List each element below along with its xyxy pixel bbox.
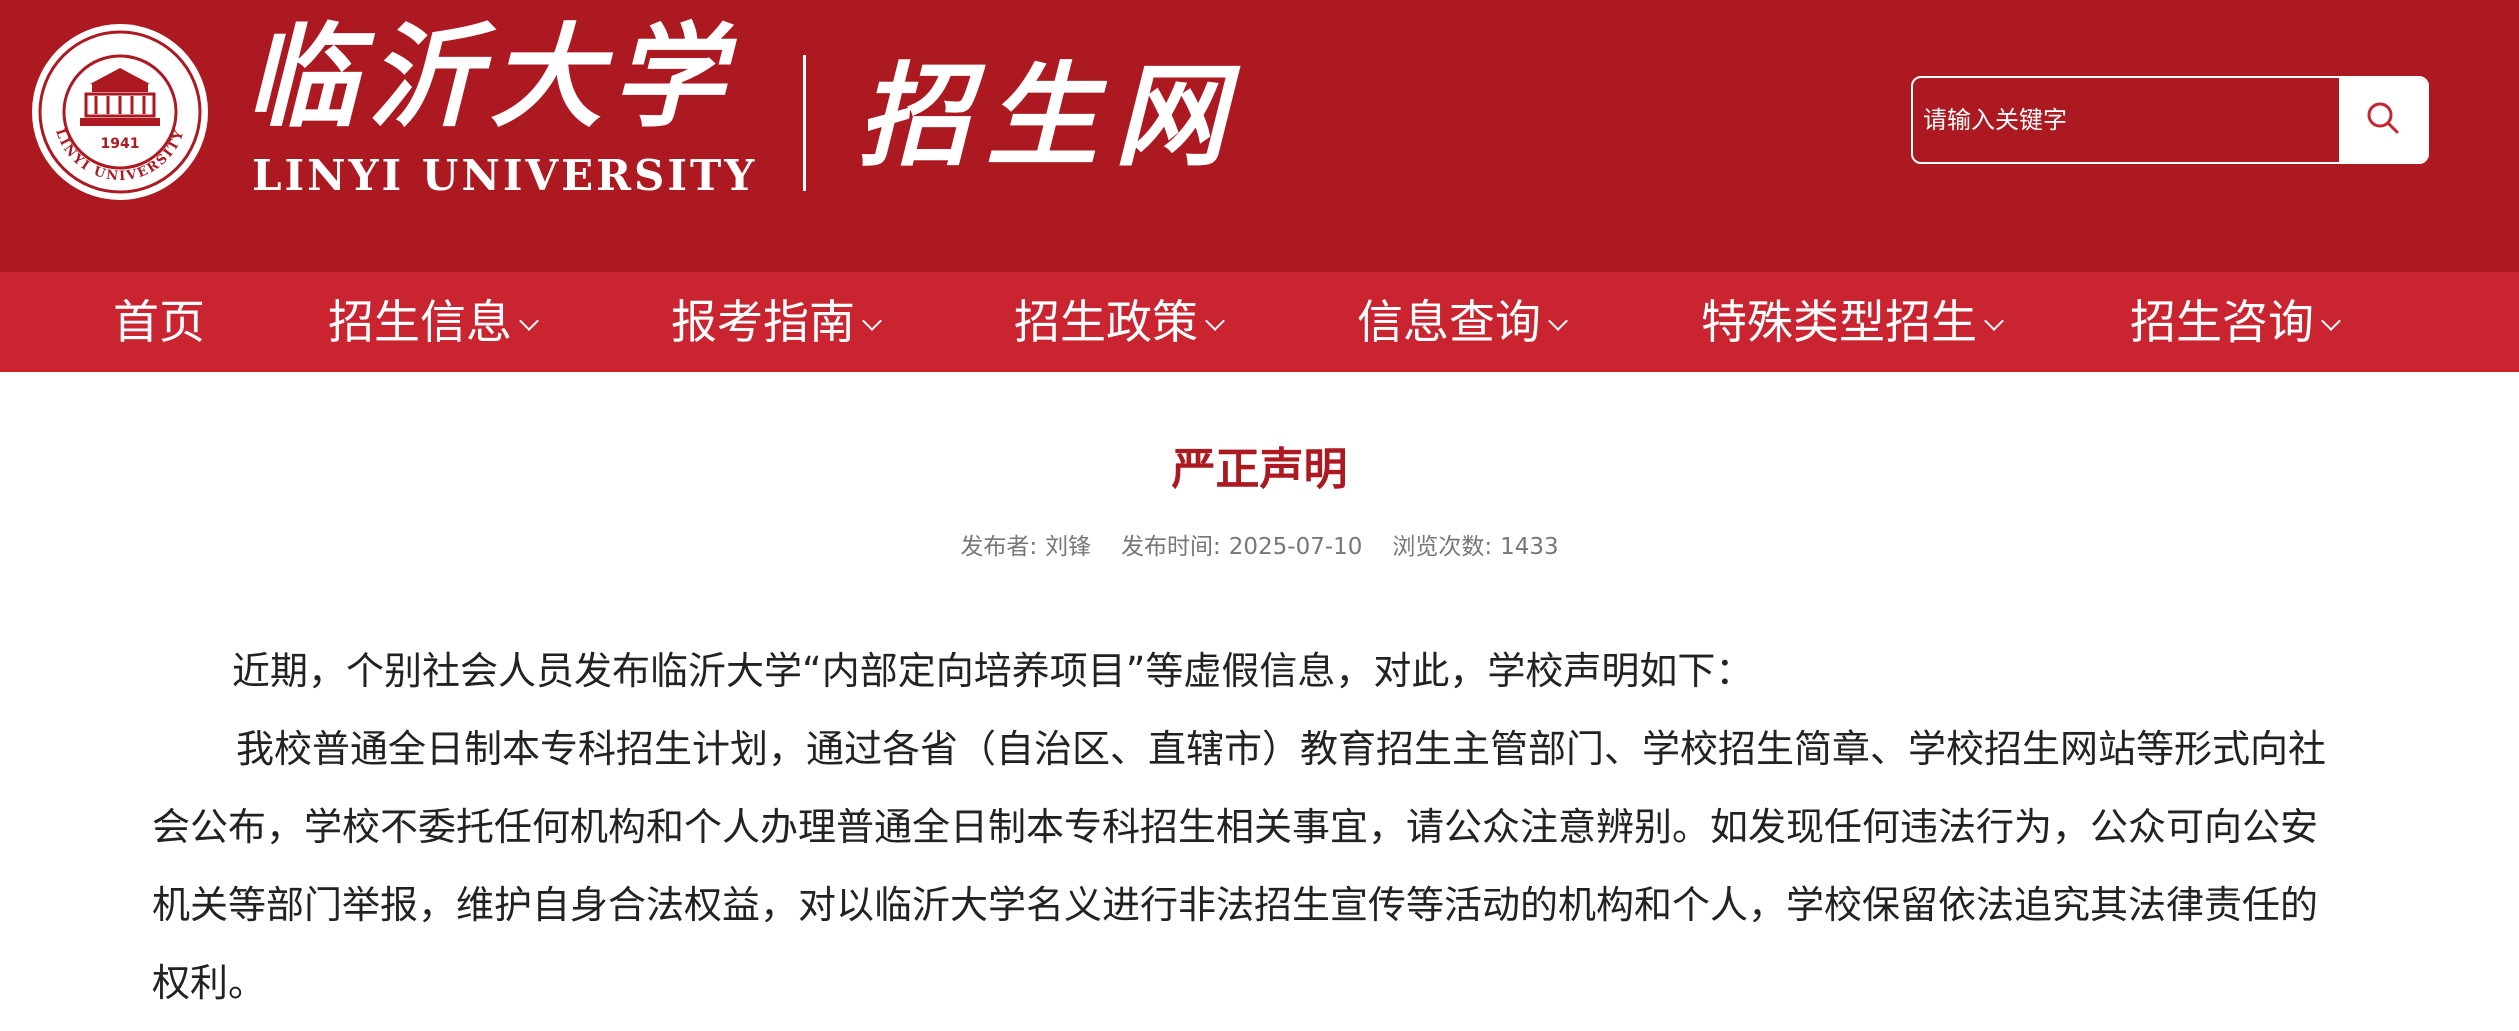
chevron-down-icon (2321, 311, 2341, 331)
search-box (1911, 76, 2429, 164)
article-title: 严正声明 (1171, 444, 1348, 495)
nav-item-home[interactable]: 首页 (113, 272, 205, 372)
chevron-down-icon (1984, 311, 2004, 331)
header-divider (803, 55, 806, 191)
chevron-down-icon (1548, 311, 1568, 331)
nav-item-admission-info[interactable]: 招生信息 (328, 272, 539, 372)
nav-item-label: 报考指南 (671, 295, 855, 349)
school-name-english: LINYI UNIVERSITY (252, 151, 758, 200)
svg-text:1941: 1941 (101, 136, 140, 152)
publisher-value: 刘锋 (1045, 534, 1092, 560)
views-value: 1433 (1500, 534, 1559, 560)
publisher-label: 发布者: (960, 534, 1038, 560)
article-meta: 发布者: 刘锋 发布时间: 2025-07-10 浏览次数: 1433 (0, 530, 2519, 564)
views-label: 浏览次数: (1392, 534, 1493, 560)
site-header: LINYI UNIVERSITY 1941 临沂大学 LINYI UNIVERS… (0, 0, 2519, 272)
nav-item-label: 特殊类型招生 (1701, 295, 1977, 349)
chevron-down-icon (862, 311, 882, 331)
nav-item-label: 信息查询 (1357, 295, 1541, 349)
university-seal-logo[interactable]: LINYI UNIVERSITY 1941 (30, 22, 210, 202)
nav-item-admission-policy[interactable]: 招生政策 (1014, 272, 1225, 372)
nav-item-label: 招生咨询 (2130, 295, 2314, 349)
nav-item-application-guide[interactable]: 报考指南 (671, 272, 882, 372)
nav-item-label: 招生政策 (1014, 295, 1198, 349)
chevron-down-icon (519, 311, 539, 331)
nav-item-label: 首页 (113, 295, 205, 349)
search-icon (2363, 98, 2403, 142)
school-name-chinese: 临沂大学 (246, 12, 734, 143)
search-input[interactable] (1913, 78, 2341, 162)
date-label: 发布时间: (1121, 534, 1221, 560)
date-value: 2025-07-10 (1228, 534, 1363, 560)
nav-item-info-query[interactable]: 信息查询 (1357, 272, 1568, 372)
nav-item-label: 招生信息 (328, 295, 512, 349)
main-nav: 首页 招生信息 报考指南 招生政策 信息查询 特殊类型招生 招生咨询 (0, 272, 2519, 372)
article-paragraph: 我校普通全日制本专科招生计划，通过各省（自治区、直辖市）教育招生主管部门、学校招… (152, 727, 2327, 1005)
article-body: 近期，个别社会人员发布临沂大学“内部定向培养项目”等虚假信息，对此，学校声明如下… (152, 632, 2332, 1022)
nav-item-admission-consulting[interactable]: 招生咨询 (2130, 272, 2341, 372)
search-button[interactable] (2339, 78, 2427, 162)
chevron-down-icon (1205, 311, 1225, 331)
article-paragraph: 近期，个别社会人员发布临沂大学“内部定向培养项目”等虚假信息，对此，学校声明如下… (232, 649, 1754, 693)
site-name[interactable]: 招生网 (858, 52, 1242, 182)
nav-item-special-admission[interactable]: 特殊类型招生 (1701, 272, 2004, 372)
